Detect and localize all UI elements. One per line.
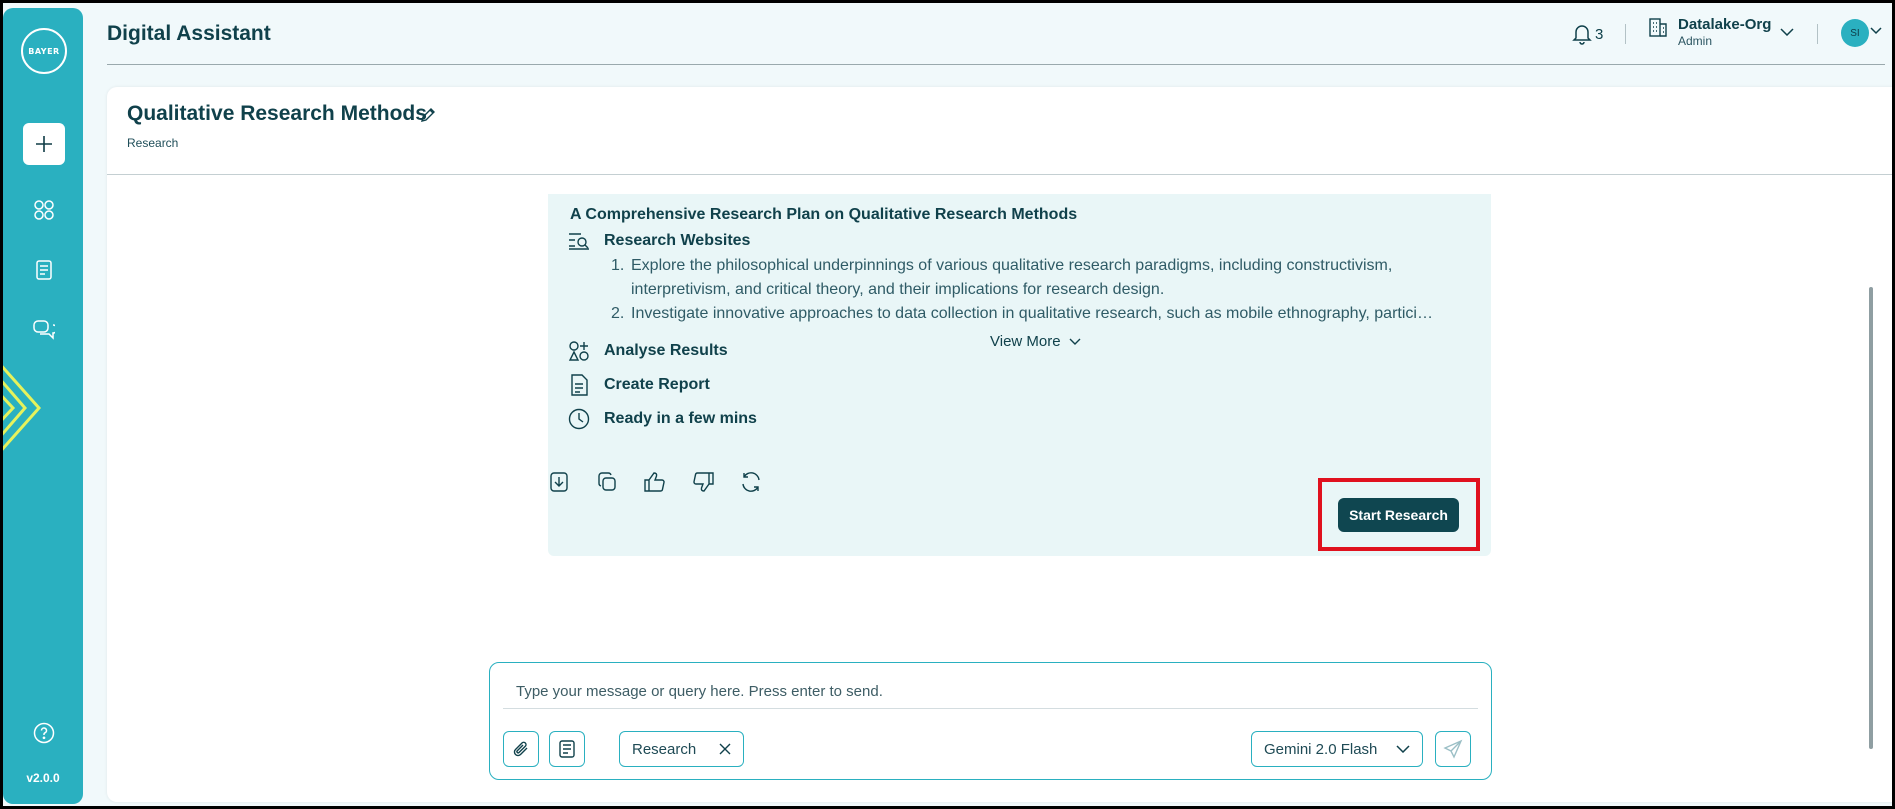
notification-count: 3: [1595, 25, 1604, 43]
org-switcher[interactable]: Datalake-Org Admin: [1648, 16, 1771, 48]
start-research-button[interactable]: Start Research: [1338, 498, 1459, 532]
send-icon: [1443, 739, 1463, 759]
copy-icon: [598, 472, 616, 491]
chevron-down-icon: [1396, 745, 1410, 753]
notifications-button[interactable]: 3: [1572, 23, 1603, 45]
new-chat-button[interactable]: [23, 123, 65, 165]
chevron-down-icon[interactable]: [1870, 27, 1882, 35]
app-title: Digital Assistant: [107, 22, 271, 45]
sidebar-item-documents[interactable]: [33, 259, 55, 281]
title-divider: [107, 174, 1895, 175]
research-mode-chip[interactable]: Research: [619, 731, 744, 767]
view-more-button[interactable]: View More: [990, 333, 1081, 350]
step-analyse-results: Analyse Results: [568, 340, 728, 362]
org-name: Datalake-Org: [1678, 16, 1772, 33]
chat-scrollbar[interactable]: [1869, 287, 1873, 749]
chevron-down-icon[interactable]: [1780, 28, 1794, 36]
sidebar: BAYER v2.0.0: [3, 8, 83, 804]
step-label: Research Websites: [604, 232, 751, 249]
view-more-label: View More: [990, 333, 1061, 350]
report-icon: [568, 374, 590, 396]
plan-items: 1. Explore the philosophical underpinning…: [611, 254, 1441, 326]
step-ready-time: Ready in a few mins: [568, 408, 757, 430]
sidebar-item-chats[interactable]: [33, 319, 55, 341]
regenerate-button[interactable]: [740, 471, 762, 493]
close-icon[interactable]: [719, 743, 731, 755]
document-icon: [36, 260, 52, 280]
clock-icon: [568, 408, 590, 430]
prompt-library-button[interactable]: [549, 731, 585, 767]
building-icon: [1649, 18, 1667, 37]
thumbs-down-icon: [693, 472, 714, 492]
download-button[interactable]: [548, 471, 570, 493]
message-composer: Research Gemini 2.0 Flash: [489, 662, 1492, 780]
sidebar-item-apps[interactable]: [33, 199, 55, 221]
research-plan-card: A Comprehensive Research Plan on Qualita…: [548, 194, 1491, 556]
main-panel: Qualitative Research Methods Research A …: [107, 87, 1895, 802]
plus-icon: [36, 136, 52, 152]
help-icon: [33, 722, 55, 744]
thumbs-up-icon: [644, 472, 665, 492]
step-research-websites: Research Websites: [568, 230, 750, 252]
chat-bubbles-icon: [33, 320, 55, 340]
page-subtitle: Research: [127, 136, 179, 150]
thumbs-down-button[interactable]: [692, 471, 714, 493]
help-button[interactable]: [33, 722, 55, 744]
notebook-icon: [559, 740, 575, 758]
message-actions: [548, 471, 762, 493]
header-divider: [1817, 24, 1818, 44]
step-label: Analyse Results: [604, 342, 728, 359]
step-label: Create Report: [604, 376, 710, 393]
decorative-chevrons: [3, 365, 42, 451]
page-title: Qualitative Research Methods: [127, 102, 427, 125]
model-label: Gemini 2.0 Flash: [1264, 740, 1378, 758]
list-item: 1. Explore the philosophical underpinning…: [611, 257, 1393, 298]
download-icon: [550, 472, 568, 492]
logo-cross-icon: [23, 30, 69, 76]
model-select[interactable]: Gemini 2.0 Flash: [1251, 731, 1423, 767]
list-item: 2. Investigate innovative approaches to d…: [611, 305, 1441, 322]
message-input[interactable]: [503, 675, 1478, 709]
thumbs-up-button[interactable]: [644, 471, 666, 493]
copy-button[interactable]: [596, 471, 618, 493]
header-divider-line: [107, 64, 1885, 65]
bayer-logo[interactable]: BAYER: [21, 28, 67, 74]
step-label: Ready in a few mins: [604, 410, 757, 427]
bell-icon: [1572, 25, 1592, 45]
step-create-report: Create Report: [568, 374, 710, 396]
refresh-icon: [742, 472, 760, 492]
send-button[interactable]: [1435, 731, 1471, 767]
paperclip-icon: [513, 741, 528, 757]
org-role: Admin: [1678, 34, 1713, 48]
attach-button[interactable]: [503, 731, 539, 767]
plan-title: A Comprehensive Research Plan on Qualita…: [570, 206, 1078, 223]
chevron-down-icon: [1069, 338, 1081, 345]
edit-title-icon[interactable]: [420, 107, 436, 123]
chip-label: Research: [632, 740, 697, 758]
user-avatar[interactable]: SI: [1841, 19, 1869, 47]
header-divider: [1625, 24, 1626, 44]
search-list-icon: [568, 230, 590, 252]
analyse-icon: [568, 340, 590, 362]
version-label: v2.0.0: [26, 771, 60, 785]
grid-icon: [34, 200, 54, 220]
